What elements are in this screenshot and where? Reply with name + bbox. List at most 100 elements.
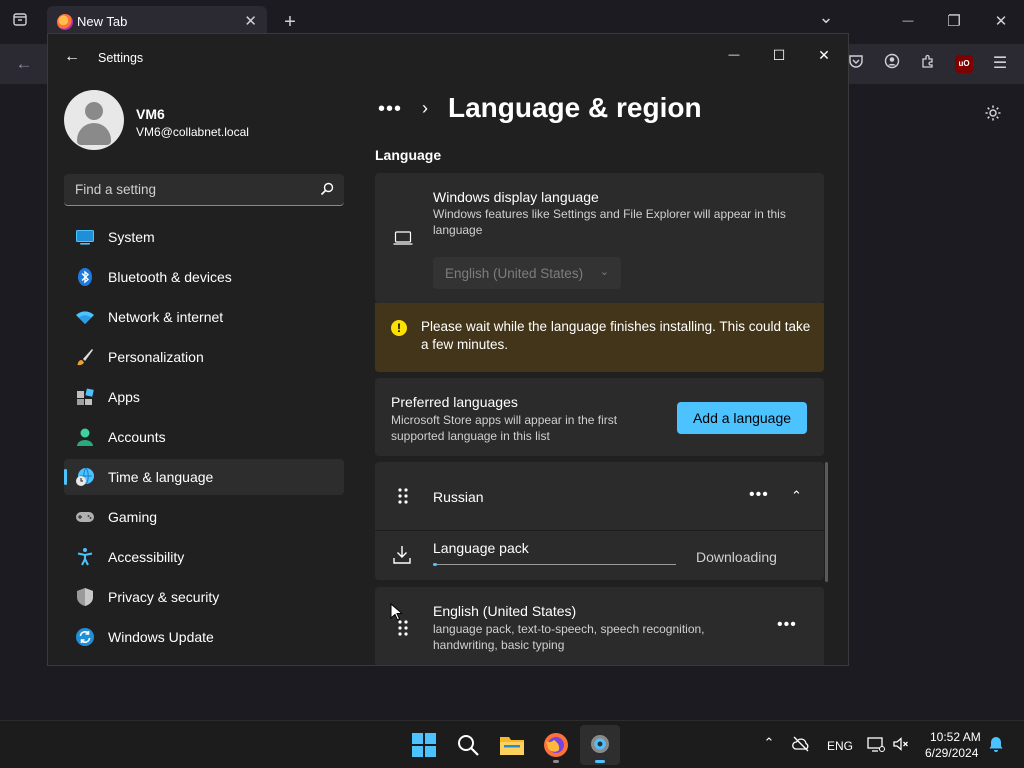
network-icon[interactable]: [867, 735, 885, 753]
warning-icon: !: [391, 320, 407, 336]
app-menu-icon[interactable]: ☰: [989, 53, 1011, 75]
sidebar-item-privacy-security[interactable]: Privacy & security: [64, 579, 344, 615]
language-name: English (United States): [433, 603, 577, 619]
settings-maximize-button[interactable]: ☐: [757, 40, 801, 70]
add-language-button[interactable]: Add a language: [677, 402, 807, 434]
settings-window: ← Settings — ☐ ✕ VM6 VM6@collabnet.local…: [47, 33, 849, 666]
install-warning-bar: ! Please wait while the language finishe…: [375, 303, 824, 372]
language-pack-label: Language pack: [433, 540, 529, 556]
preferred-languages-title: Preferred languages: [391, 394, 518, 410]
extensions-icon[interactable]: [917, 53, 939, 75]
sidebar-item-label: Accounts: [108, 429, 166, 445]
firefox-view-icon[interactable]: [9, 11, 31, 33]
volume-muted-icon[interactable]: [892, 735, 910, 753]
display-language-title: Windows display language: [433, 189, 599, 205]
browser-close-button[interactable]: ✕: [990, 11, 1012, 33]
shield-icon: [77, 588, 93, 606]
clock-date[interactable]: 6/29/2024: [925, 746, 978, 760]
drag-handle-icon[interactable]: [397, 488, 409, 504]
settings-window-title: Settings: [98, 51, 144, 65]
firefox-icon: [544, 733, 568, 757]
settings-taskbar-button[interactable]: [580, 725, 620, 765]
input-language-indicator[interactable]: ENG: [827, 739, 853, 753]
sidebar-item-gaming[interactable]: Gaming: [64, 499, 344, 535]
list-all-tabs-icon[interactable]: ⌄: [815, 6, 837, 28]
section-title-language: Language: [375, 147, 442, 163]
more-options-button[interactable]: •••: [749, 486, 769, 504]
browser-tab-title: New Tab: [77, 14, 128, 29]
firefox-favicon-icon: [57, 14, 73, 30]
ublock-origin-icon[interactable]: uO: [955, 55, 973, 73]
language-item-english[interactable]: English (United States) language pack, t…: [375, 587, 824, 665]
display-language-card: Windows display language Windows feature…: [375, 173, 824, 303]
language-pack-progress-fill: [433, 563, 437, 566]
chevron-up-icon[interactable]: ⌃: [791, 488, 802, 504]
sidebar-item-label: Privacy & security: [108, 589, 220, 605]
sidebar-item-network[interactable]: Network & internet: [64, 299, 344, 335]
more-options-button[interactable]: •••: [777, 616, 797, 634]
time-language-icon: [76, 467, 94, 486]
user-name: VM6: [136, 106, 165, 122]
breadcrumb-more-button[interactable]: •••: [378, 98, 402, 121]
chevron-down-icon: ⌄: [599, 266, 609, 278]
sidebar-item-label: Windows Update: [108, 629, 214, 645]
onedrive-offline-icon[interactable]: [792, 735, 810, 753]
sidebar-item-accounts[interactable]: Accounts: [64, 419, 344, 455]
language-pack-progress-track: [433, 564, 676, 565]
sidebar-item-accessibility[interactable]: Accessibility: [64, 539, 344, 575]
search-icon: [458, 735, 479, 756]
notification-bell-icon[interactable]: [987, 735, 1005, 753]
sidebar-item-bluetooth[interactable]: Bluetooth & devices: [64, 259, 344, 295]
user-avatar[interactable]: [64, 90, 124, 150]
language-pack-status: Downloading: [696, 549, 777, 565]
find-setting-search: [64, 174, 344, 206]
content-scrollbar[interactable]: [825, 462, 828, 582]
clock-time[interactable]: 10:52 AM: [930, 730, 981, 744]
sidebar-item-windows-update[interactable]: Windows Update: [64, 619, 344, 655]
firefox-taskbar-button[interactable]: [536, 725, 576, 765]
start-button[interactable]: [404, 725, 444, 765]
sidebar-item-label: Network & internet: [108, 309, 224, 325]
laptop-icon: [393, 231, 413, 245]
windows-logo-icon: [412, 733, 436, 757]
brush-icon: [77, 349, 93, 366]
sidebar-item-system[interactable]: System: [64, 219, 344, 255]
update-icon: [76, 628, 94, 646]
sidebar-item-label: Gaming: [108, 509, 158, 525]
browser-restore-button[interactable]: ❐: [943, 11, 965, 33]
search-icon[interactable]: [320, 182, 334, 196]
browser-back-icon[interactable]: ←: [13, 53, 35, 75]
file-explorer-button[interactable]: [492, 725, 532, 765]
show-hidden-icons-chevron-icon[interactable]: ⌃: [760, 735, 778, 753]
search-input[interactable]: [64, 174, 309, 205]
settings-close-button[interactable]: ✕: [802, 40, 846, 70]
display-language-dropdown[interactable]: English (United States) ⌄: [433, 257, 621, 289]
display-language-description: Windows features like Settings and File …: [433, 207, 786, 237]
sidebar-item-label: Apps: [108, 389, 140, 405]
mouse-cursor-icon: [390, 603, 402, 621]
settings-title-bar: ← Settings — ☐ ✕: [48, 34, 848, 82]
taskbar-search-button[interactable]: [448, 725, 488, 765]
sidebar-item-personalization[interactable]: Personalization: [64, 339, 344, 375]
language-item-russian[interactable]: Russian ••• ⌃: [375, 462, 824, 530]
download-icon: [393, 546, 411, 564]
system-icon: [76, 230, 94, 245]
sidebar-item-apps[interactable]: Apps: [64, 379, 344, 415]
sidebar-item-label: System: [108, 229, 155, 245]
bluetooth-icon: [78, 268, 92, 286]
drag-handle-icon[interactable]: [397, 620, 409, 636]
user-email: VM6@collabnet.local: [136, 125, 249, 139]
page-title: Language & region: [448, 92, 702, 123]
sidebar-item-label: Personalization: [108, 349, 204, 365]
settings-minimize-button[interactable]: —: [712, 40, 756, 70]
settings-back-button[interactable]: ←: [64, 48, 80, 66]
language-features: language pack, text-to-speech, speech re…: [433, 622, 705, 652]
account-icon[interactable]: [881, 53, 903, 75]
tab-close-icon[interactable]: ✕: [244, 12, 257, 30]
new-tab-button[interactable]: +: [279, 11, 301, 33]
page-settings-gear-icon[interactable]: [982, 104, 1004, 126]
sidebar-item-time-language[interactable]: Time & language: [64, 459, 344, 495]
browser-minimize-button[interactable]: —: [897, 10, 919, 32]
taskbar: ⌃ ENG 10:52 AM 6/29/2024: [0, 720, 1024, 768]
gamepad-icon: [76, 512, 94, 522]
